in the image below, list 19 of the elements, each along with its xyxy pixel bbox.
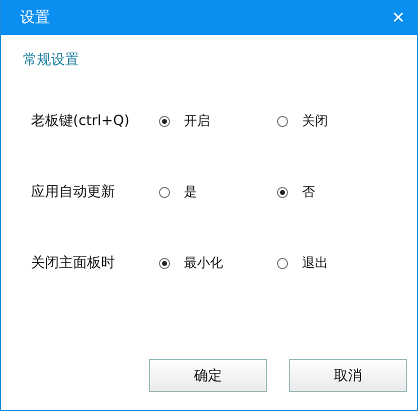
- window-title: 设置: [20, 8, 50, 27]
- radio-option[interactable]: 关闭: [277, 112, 395, 130]
- radio-button[interactable]: [159, 186, 170, 198]
- radio-button[interactable]: [277, 258, 288, 268]
- radio-button[interactable]: [277, 116, 288, 126]
- setting-label: 老板键(ctrl+Q): [31, 112, 131, 130]
- radio-option[interactable]: 退出: [277, 254, 395, 272]
- dialog-button[interactable]: 确定: [149, 359, 267, 392]
- radio-option[interactable]: 否: [277, 183, 395, 201]
- radio-option[interactable]: 是: [159, 183, 277, 201]
- setting-label: 应用自动更新: [31, 183, 116, 201]
- setting-label: 关闭主面板时: [31, 254, 116, 272]
- radio-option[interactable]: 开启: [159, 112, 277, 130]
- dialog-button[interactable]: 取消: [289, 359, 407, 392]
- section-title: 常规设置: [23, 51, 79, 69]
- radio-button[interactable]: [159, 116, 170, 126]
- radio-button[interactable]: [159, 258, 170, 268]
- radio-button[interactable]: [277, 186, 288, 198]
- radio-option[interactable]: 最小化: [159, 254, 277, 272]
